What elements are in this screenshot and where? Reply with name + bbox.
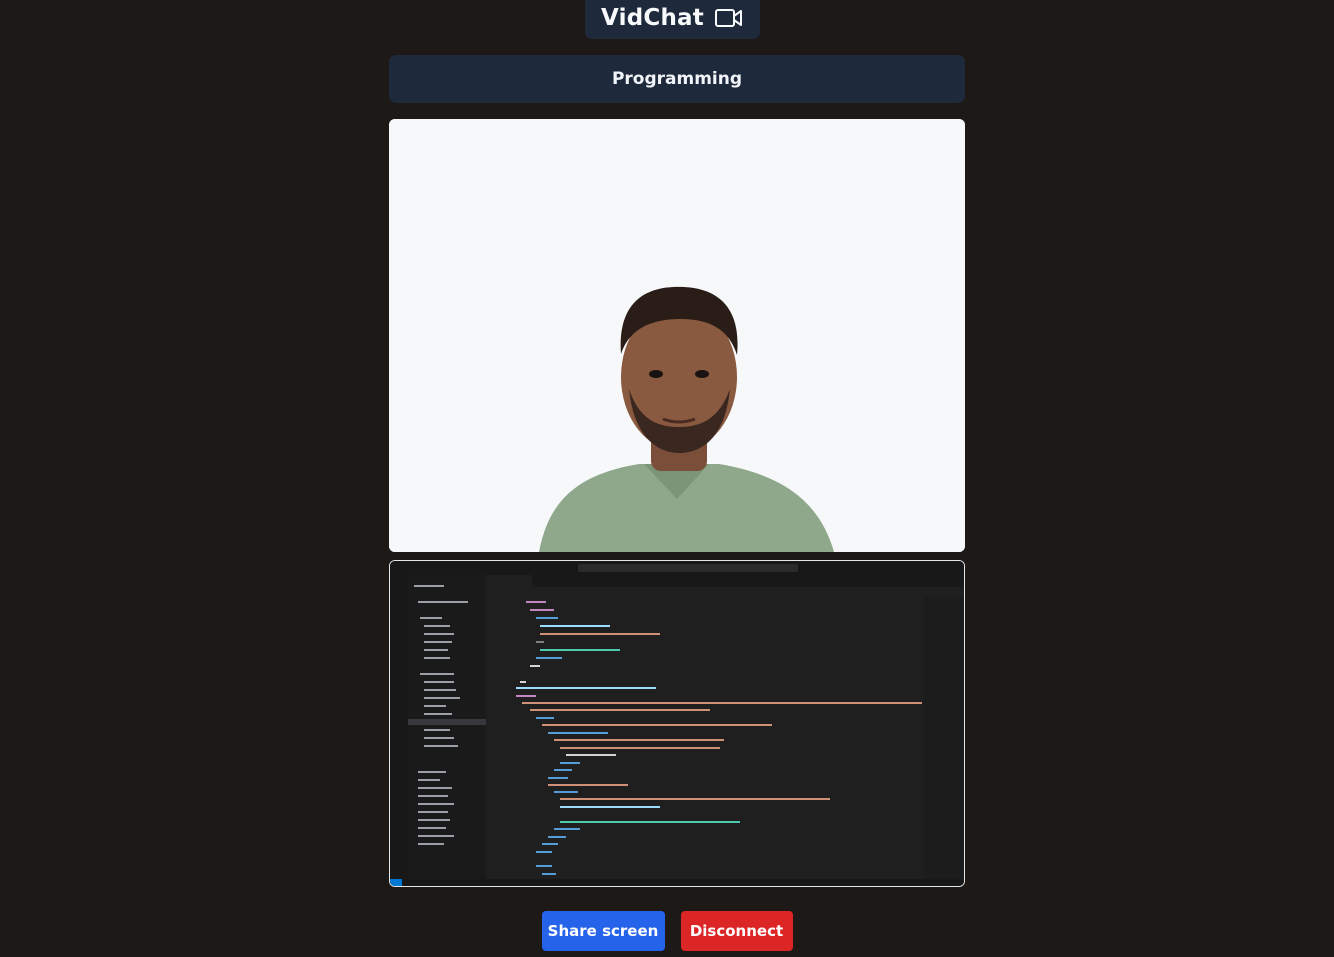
camera-video	[389, 119, 965, 552]
participant-video-frame	[389, 119, 965, 552]
video-camera-icon	[714, 7, 744, 29]
share-screen-button[interactable]: Share screen	[541, 911, 665, 951]
room-name: Programming	[611, 69, 743, 89]
shared-editor-frame	[390, 561, 964, 886]
app-brand: VidChat	[585, 0, 760, 39]
app-title: VidChat	[601, 4, 704, 31]
call-controls: Share screen Disconnect	[0, 911, 1334, 951]
disconnect-button[interactable]: Disconnect	[680, 911, 793, 951]
screen-share-video	[389, 560, 965, 887]
room-name-bar: Programming	[389, 55, 965, 103]
